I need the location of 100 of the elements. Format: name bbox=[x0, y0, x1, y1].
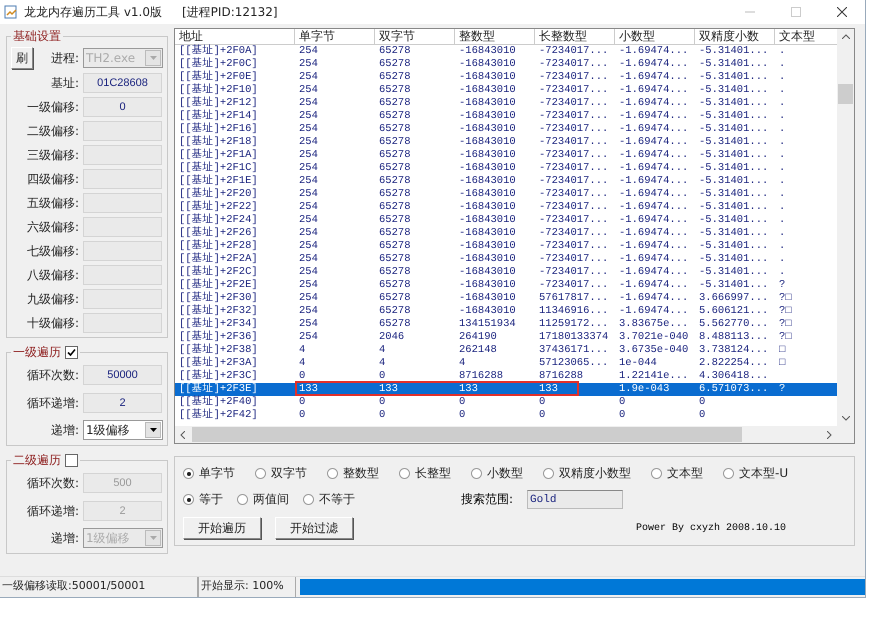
refresh-button[interactable]: 刷 bbox=[11, 47, 33, 69]
list-row[interactable]: [[基址]+2F32] 254 65278 -16843010 11346916... -1.69474... 5.606121... ?□ bbox=[175, 305, 837, 318]
type-radio[interactable]: 双精度小数型 bbox=[543, 465, 631, 482]
list-row[interactable]: [[基址]+2F0C] 254 65278 -16843010 -7234017... -1.69474... -5.31401... . bbox=[175, 58, 837, 71]
radio-circle[interactable] bbox=[399, 468, 410, 479]
list-row[interactable]: [[基址]+2F1E] 254 65278 -16843010 -7234017... -1.69474... -5.31401... . bbox=[175, 175, 837, 188]
radio-circle[interactable] bbox=[183, 468, 194, 479]
column-header[interactable]: 双字节 bbox=[375, 29, 455, 44]
table-cell-text: [[基址]+2F22] bbox=[178, 201, 259, 213]
input-field[interactable] bbox=[83, 289, 162, 309]
radio-circle[interactable] bbox=[723, 468, 734, 479]
radio-circle[interactable] bbox=[237, 494, 248, 505]
input-field[interactable]: 01C28608 bbox=[83, 73, 162, 93]
list-row[interactable]: [[基址]+2F16] 254 65278 -16843010 -7234017... -1.69474... -5.31401... . bbox=[175, 123, 837, 136]
action-button[interactable]: 开始遍历 bbox=[183, 517, 261, 539]
column-header[interactable]: 地址 bbox=[175, 29, 295, 44]
table-cell-text: . bbox=[778, 149, 786, 162]
action-button[interactable]: 开始过滤 bbox=[275, 517, 353, 539]
horizontal-scrollbar[interactable] bbox=[175, 426, 837, 443]
table-cell-text: [[基址]+2F34] bbox=[178, 318, 259, 330]
table-cell-text: -1.69474... bbox=[618, 58, 690, 71]
input-field[interactable]: 0 bbox=[83, 97, 162, 117]
list-row[interactable]: [[基址]+2F1C] 254 65278 -16843010 -7234017... -1.69474... -5.31401... . bbox=[175, 162, 837, 175]
type-radio[interactable]: 文本型-U bbox=[723, 465, 788, 482]
list-row[interactable]: [[基址]+2F34] 254 65278 134151934 11259172... 3.83675e... 5.562770... ?□ bbox=[175, 318, 837, 331]
column-header[interactable]: 双精度小数 bbox=[695, 29, 775, 44]
table-cell-text: -16843010 bbox=[458, 162, 517, 175]
step-dropdown[interactable]: 1级偏移 bbox=[83, 420, 163, 440]
list-row[interactable]: [[基址]+2F2E] 254 65278 -16843010 -7234017... -1.69474... -5.31401... ? bbox=[175, 279, 837, 292]
list-row[interactable]: [[基址]+2F2A] 254 65278 -16843010 -7234017... -1.69474... -5.31401... . bbox=[175, 253, 837, 266]
type-radio[interactable]: 单字节 bbox=[183, 465, 235, 482]
list-row[interactable]: [[基址]+2F0E] 254 65278 -16843010 -7234017... -1.69474... -5.31401... . bbox=[175, 71, 837, 84]
column-header[interactable]: 整数型 bbox=[455, 29, 535, 44]
status-text: 一级偏移读取:50001/50001 bbox=[0, 577, 198, 597]
type-radio[interactable]: 文本型 bbox=[651, 465, 703, 482]
input-field[interactable] bbox=[83, 169, 162, 189]
table-cell-text: [[基址]+2F32] bbox=[178, 305, 259, 317]
list-row[interactable]: [[基址]+2F3A] 4 4 4 57123065... 1e-044 2.822254... □ bbox=[175, 357, 837, 370]
table-cell-text: [[基址]+2F0A] bbox=[178, 45, 259, 57]
table-cell-text: 65278 bbox=[378, 266, 412, 279]
list-row[interactable]: [[基址]+2F42] 0 0 0 0 0 0 bbox=[175, 409, 837, 422]
search-range-field[interactable]: Gold bbox=[527, 490, 624, 509]
list-row[interactable]: [[基址]+2F40] 0 0 0 0 0 0 bbox=[175, 396, 837, 409]
input-field[interactable]: 50000 bbox=[83, 365, 162, 385]
table-cell-text: [[基址]+2F2A] bbox=[178, 253, 259, 265]
type-radio[interactable]: 长整型 bbox=[399, 465, 451, 482]
table-cell-text: -16843010 bbox=[458, 175, 517, 188]
input-field[interactable] bbox=[83, 145, 162, 165]
list-row[interactable]: [[基址]+2F28] 254 65278 -16843010 -7234017... -1.69474... -5.31401... . bbox=[175, 240, 837, 253]
list-row[interactable]: [[基址]+2F18] 254 65278 -16843010 -7234017... -1.69474... -5.31401... . bbox=[175, 136, 837, 149]
list-row[interactable]: [[基址]+2F20] 254 65278 -16843010 -7234017... -1.69474... -5.31401... . bbox=[175, 188, 837, 201]
radio-circle[interactable] bbox=[255, 468, 266, 479]
list-row[interactable]: [[基址]+2F30] 254 65278 -16843010 57617817... -1.69474... 3.666997... ?□ bbox=[175, 292, 837, 305]
list-row[interactable]: [[基址]+2F26] 254 65278 -16843010 -7234017... -1.69474... -5.31401... . bbox=[175, 227, 837, 240]
column-header[interactable]: 单字节 bbox=[295, 29, 375, 44]
type-radio[interactable]: 双字节 bbox=[255, 465, 307, 482]
scrollbar-thumb[interactable] bbox=[838, 84, 853, 104]
input-field[interactable] bbox=[83, 241, 162, 261]
list-row[interactable]: [[基址]+2F24] 254 65278 -16843010 -7234017... -1.69474... -5.31401... . bbox=[175, 214, 837, 227]
radio-circle[interactable] bbox=[471, 468, 482, 479]
list-row[interactable]: [[基址]+2F22] 254 65278 -16843010 -7234017... -1.69474... -5.31401... . bbox=[175, 201, 837, 214]
column-header[interactable]: 小数型 bbox=[615, 29, 695, 44]
type-radio[interactable]: 小数型 bbox=[471, 465, 523, 482]
type-radio[interactable]: 整数型 bbox=[327, 465, 379, 482]
radio-circle[interactable] bbox=[303, 494, 314, 505]
list-row[interactable]: [[基址]+2F3C] 0 0 8716288 8716288 1.22141e... 4.306418... bbox=[175, 370, 837, 383]
scrollbar-thumb[interactable] bbox=[192, 427, 742, 442]
compare-radio[interactable]: 不等于 bbox=[303, 491, 355, 508]
list-row[interactable]: [[基址]+2F38] 4 4 262148 37436171... 3.6735e-040 3.738124... □ bbox=[175, 344, 837, 357]
compare-radio[interactable]: 两值间 bbox=[237, 491, 289, 508]
table-cell-text: [[基址]+2F26] bbox=[178, 227, 259, 239]
column-header[interactable]: 长整数型 bbox=[535, 29, 615, 44]
list-row[interactable]: [[基址]+2F12] 254 65278 -16843010 -7234017... -1.69474... -5.31401... . bbox=[175, 97, 837, 110]
vertical-scrollbar[interactable] bbox=[837, 29, 854, 426]
input-field[interactable] bbox=[83, 121, 162, 141]
input-field[interactable] bbox=[83, 265, 162, 285]
list-row[interactable]: [[基址]+2F3E] 133 133 133 133 1.9e-043 6.571073... ? bbox=[175, 383, 837, 396]
list-row[interactable]: [[基址]+2F1A] 254 65278 -16843010 -7234017... -1.69474... -5.31401... . bbox=[175, 149, 837, 162]
table-cell-text: -5.31401... bbox=[698, 110, 770, 123]
table-cell-text: -7234017... bbox=[538, 84, 610, 97]
enable-checkbox[interactable] bbox=[65, 454, 78, 467]
input-field[interactable] bbox=[83, 313, 162, 333]
input-field[interactable] bbox=[83, 193, 162, 213]
maximize-icon[interactable] bbox=[791, 7, 801, 17]
list-row[interactable]: [[基址]+2F0A] 254 65278 -16843010 -7234017... -1.69474... -5.31401... . bbox=[175, 45, 837, 58]
radio-circle[interactable] bbox=[543, 468, 554, 479]
radio-circle[interactable] bbox=[327, 468, 338, 479]
list-row[interactable]: [[基址]+2F2C] 254 65278 -16843010 -7234017... -1.69474... -5.31401... . bbox=[175, 266, 837, 279]
input-field[interactable] bbox=[83, 217, 162, 237]
table-cell-text: -7234017... bbox=[538, 45, 610, 58]
input-field[interactable]: 2 bbox=[83, 393, 162, 413]
enable-checkbox[interactable] bbox=[65, 346, 78, 359]
list-row[interactable]: [[基址]+2F10] 254 65278 -16843010 -7234017... -1.69474... -5.31401... . bbox=[175, 84, 837, 97]
list-row[interactable]: [[基址]+2F36] 254 2046 264190 17180133374 3.7021e-040 8.488113... ?□ bbox=[175, 331, 837, 344]
compare-radio[interactable]: 等于 bbox=[183, 491, 223, 508]
close-icon[interactable] bbox=[837, 7, 847, 17]
radio-circle[interactable] bbox=[651, 468, 662, 479]
radio-circle[interactable] bbox=[183, 494, 194, 505]
field-label: 八级偏移: bbox=[26, 266, 80, 284]
list-row[interactable]: [[基址]+2F14] 254 65278 -16843010 -7234017... -1.69474... -5.31401... . bbox=[175, 110, 837, 123]
